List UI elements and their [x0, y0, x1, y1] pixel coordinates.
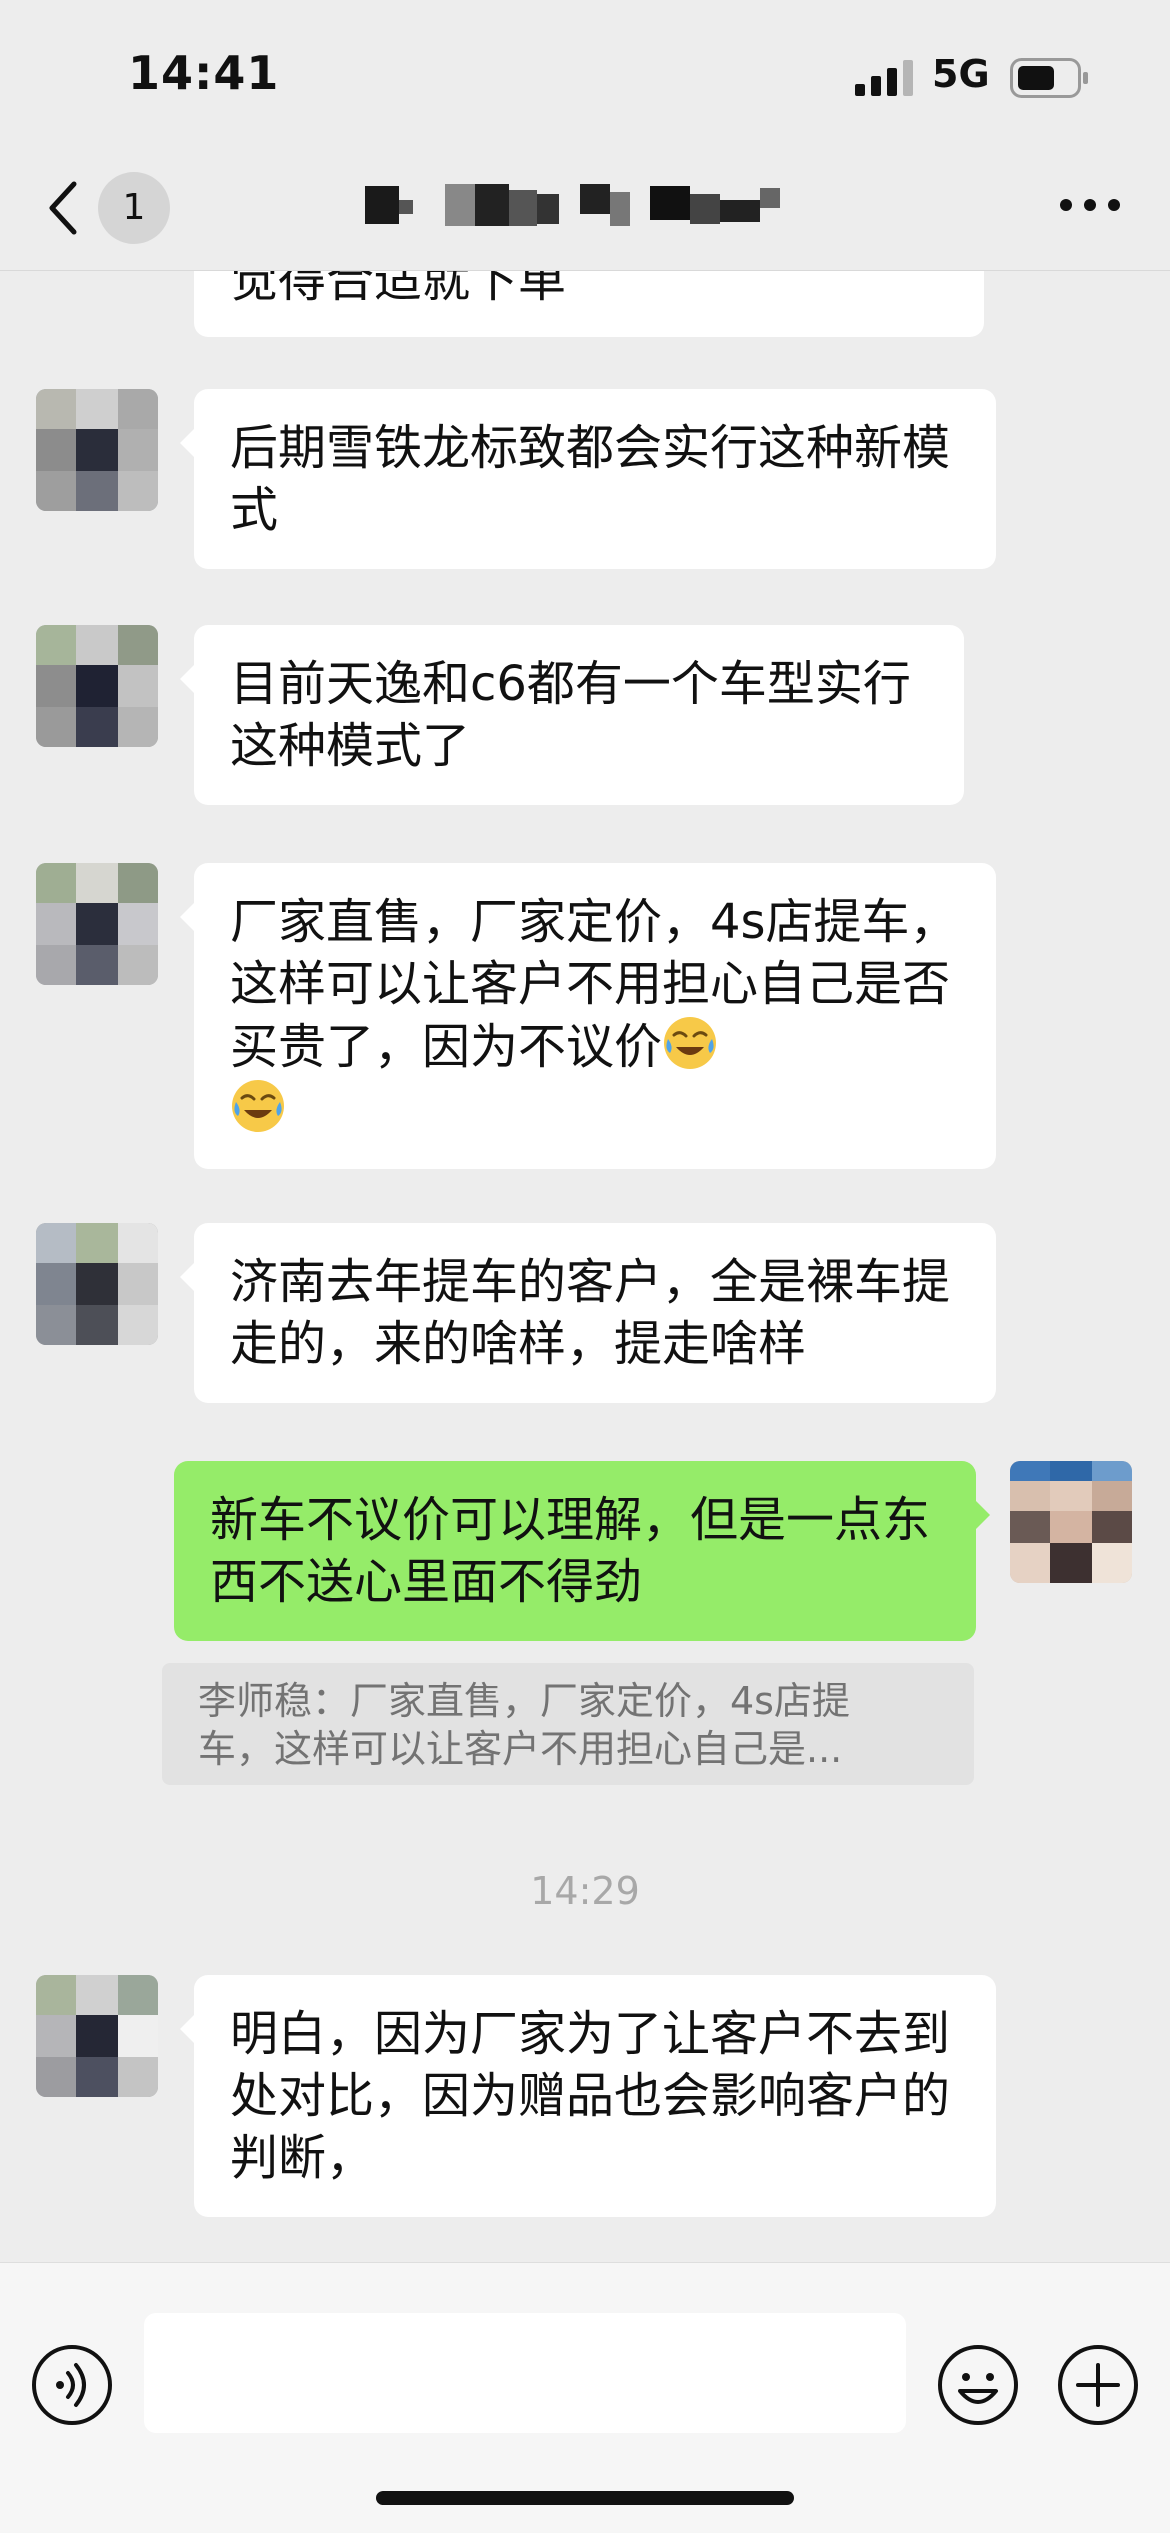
avatar[interactable]	[36, 389, 158, 511]
nav-bar: 1	[0, 140, 1170, 271]
message-row: 济南去年提车的客户，全是裸车提走的，来的啥样，提走啥样	[0, 1223, 1170, 1413]
quote-line: 李师稳：厂家直售，厂家定价，4s店提	[198, 1679, 850, 1723]
message-text: 济南去年提车的客户，全是裸车提走的，来的啥样，提走啥样	[230, 1254, 951, 1372]
face-with-tears-of-joy-icon	[664, 1017, 717, 1069]
avatar[interactable]	[36, 1975, 158, 2097]
message-list[interactable]: 觉得合适就下单 后期雪铁龙标致都会实行这种新模式 目前天逸和c6都有一个车型实行…	[0, 271, 1170, 2261]
message-bubble[interactable]: 觉得合适就下单	[194, 271, 984, 337]
message-bubble[interactable]: 明白，因为厂家为了让客户不去到处对比，因为赠品也会影响客户的判断，	[180, 1975, 996, 2217]
message-bubble[interactable]: 后期雪铁龙标致都会实行这种新模式	[180, 389, 996, 569]
message-row: 新车不议价可以理解，但是一点东西不送心里面不得劲 李师稳：厂家直售，厂家定价，4…	[0, 1461, 1170, 1791]
message-text: 目前天逸和c6都有一个车型实行这种模式了	[230, 656, 911, 774]
chevron-left-icon	[49, 181, 77, 235]
smiley-icon[interactable]	[936, 2343, 1020, 2427]
message-row: 明白，因为厂家为了让客户不去到处对比，因为赠品也会影响客户的判断，	[0, 1975, 1170, 2235]
avatar[interactable]	[36, 863, 158, 985]
quote-line: 车，这样可以让客户不用担心自己是...	[198, 1727, 843, 1771]
quoted-message[interactable]: 李师稳：厂家直售，厂家定价，4s店提 车，这样可以让客户不用担心自己是...	[162, 1663, 974, 1785]
chat-title-redacted	[365, 184, 780, 226]
plus-icon[interactable]	[1056, 2343, 1140, 2427]
back-button[interactable]: 1	[38, 168, 178, 248]
message-bubble[interactable]: 济南去年提车的客户，全是裸车提走的，来的啥样，提走啥样	[180, 1223, 996, 1403]
face-with-tears-of-joy-icon	[232, 1080, 284, 1132]
message-timestamp: 14:29	[530, 1869, 640, 1913]
message-bubble[interactable]: 新车不议价可以理解，但是一点东西不送心里面不得劲	[174, 1461, 990, 1641]
status-time: 14:41	[128, 46, 280, 100]
message-row: 后期雪铁龙标致都会实行这种新模式	[0, 389, 1170, 579]
voice-icon[interactable]	[30, 2343, 114, 2427]
message-text: 后期雪铁龙标致都会实行这种新模式	[230, 420, 951, 538]
message-row: 厂家直售，厂家定价，4s店提车，这样可以让客户不用担心自己是否买贵了，因为不议价	[0, 863, 1170, 1183]
message-row: 目前天逸和c6都有一个车型实行这种模式了	[0, 625, 1170, 815]
message-input[interactable]	[144, 2313, 906, 2433]
message-text: 新车不议价可以理解，但是一点东西不送心里面不得劲	[210, 1492, 931, 1610]
signal-icon	[855, 60, 913, 96]
more-dots-icon[interactable]	[1050, 180, 1130, 230]
status-bar: 14:41 5G	[0, 0, 1170, 140]
message-bubble[interactable]: 目前天逸和c6都有一个车型实行这种模式了	[180, 625, 964, 805]
unread-badge: 1	[98, 172, 170, 244]
home-indicator	[376, 2491, 794, 2505]
battery-icon	[1010, 58, 1088, 98]
network-label: 5G	[932, 52, 990, 96]
message-bubble[interactable]: 厂家直售，厂家定价，4s店提车，这样可以让客户不用担心自己是否买贵了，因为不议价	[180, 863, 996, 1169]
message-text: 觉得合适就下单	[230, 271, 567, 308]
message-text: 厂家直售，厂家定价，4s店提车，这样可以让客户不用担心自己是否买贵了，因为不议价	[230, 894, 958, 1075]
message-row: 觉得合适就下单	[0, 271, 1170, 341]
avatar[interactable]	[36, 625, 158, 747]
message-text: 明白，因为厂家为了让客户不去到处对比，因为赠品也会影响客户的判断，	[230, 2006, 951, 2186]
input-bar	[0, 2262, 1170, 2533]
avatar[interactable]	[1010, 1461, 1132, 1583]
avatar[interactable]	[36, 1223, 158, 1345]
